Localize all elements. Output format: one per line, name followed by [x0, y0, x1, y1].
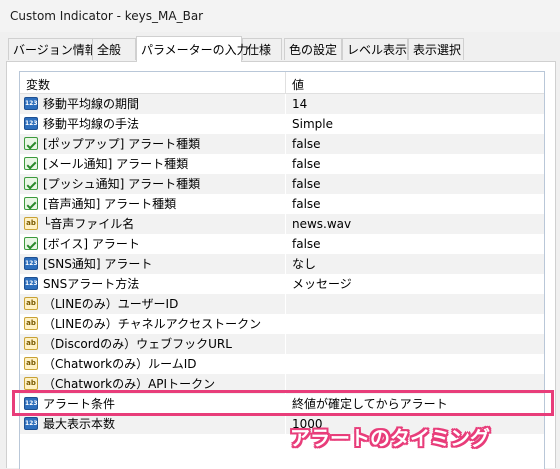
parameter-value-cell[interactable]: Simple — [286, 114, 544, 134]
parameter-name-cell[interactable]: [メール通知] アラート種類 — [20, 154, 285, 174]
parameter-name-cell[interactable]: アラート条件 — [20, 394, 285, 414]
number-icon — [24, 257, 38, 270]
grid-header: 変数 値 — [20, 72, 544, 94]
boolean-icon — [24, 237, 38, 250]
parameter-value-cell[interactable]: false — [286, 174, 544, 194]
number-icon — [24, 117, 38, 130]
parameter-name-label: SNSアラート方法 — [43, 277, 140, 291]
parameter-name-label: （LINEのみ）ユーザーID — [43, 297, 179, 311]
parameter-grid: 変数 値 移動平均線の期間14移動平均線の手法Simple[ポップアップ] アラ… — [19, 71, 545, 469]
title-bar: Custom Indicator - keys_MA_Bar — [0, 0, 560, 32]
parameter-value-cell[interactable]: false — [286, 234, 544, 254]
parameter-row[interactable]: [SNS通知] アラート なし — [20, 254, 544, 274]
parameter-name-cell[interactable]: （Discordのみ）ウェブフックURL — [20, 334, 285, 354]
parameter-name-label: [メール通知] アラート種類 — [43, 157, 189, 171]
parameter-value-cell[interactable] — [286, 334, 544, 354]
tab-parameter-input[interactable]: パラメーターの入力 — [136, 36, 249, 62]
parameter-value-cell[interactable]: 14 — [286, 94, 544, 114]
string-icon — [24, 317, 38, 330]
window-title: Custom Indicator - keys_MA_Bar — [10, 9, 204, 23]
parameter-name-label: [音声通知] アラート種類 — [43, 197, 177, 211]
boolean-icon — [24, 137, 38, 150]
parameter-value-cell[interactable]: 終値が確定してからアラート — [286, 394, 544, 414]
number-icon — [24, 397, 38, 410]
parameter-name-cell[interactable]: SNSアラート方法 — [20, 274, 285, 294]
parameter-name-label: （Chatworkのみ）APIトークン — [43, 377, 216, 391]
parameter-row[interactable]: アラート条件 終値が確定してからアラート — [20, 394, 544, 414]
parameter-name-label: [プッシュ通知] アラート種類 — [43, 177, 201, 191]
parameter-row[interactable]: 移動平均線の期間 14 — [20, 94, 544, 114]
alert-timing-annotation: アラートのタイミング — [290, 426, 490, 450]
boolean-icon — [24, 177, 38, 190]
parameter-name-cell[interactable]: [SNS通知] アラート — [20, 254, 285, 274]
string-icon — [24, 337, 38, 350]
parameter-name-cell[interactable]: [音声通知] アラート種類 — [20, 194, 285, 214]
parameter-name-label: 移動平均線の手法 — [43, 117, 140, 131]
parameter-row[interactable]: （LINEのみ）チャネルアクセストークン — [20, 314, 544, 334]
tab-color-settings[interactable]: 色の設定 — [284, 38, 342, 60]
boolean-icon — [24, 197, 38, 210]
string-icon — [24, 217, 38, 230]
parameter-name-label: [ボイス] アラート — [43, 237, 140, 251]
parameter-name-label: [SNS通知] アラート — [43, 257, 153, 271]
column-header-variable[interactable]: 変数 — [26, 76, 50, 93]
tab-version-info[interactable]: バージョン情報 — [8, 38, 97, 60]
parameter-name-cell[interactable]: [ポップアップ] アラート種類 — [20, 134, 285, 154]
parameter-value-cell[interactable] — [286, 314, 544, 334]
parameter-panel: 変数 値 移動平均線の期間14移動平均線の手法Simple[ポップアップ] アラ… — [6, 61, 556, 469]
parameter-row[interactable]: [プッシュ通知] アラート種類 false — [20, 174, 544, 194]
string-icon — [24, 377, 38, 390]
parameter-row[interactable]: [ポップアップ] アラート種類 false — [20, 134, 544, 154]
parameter-value-cell[interactable] — [286, 354, 544, 374]
parameter-name-cell[interactable]: 移動平均線の期間 — [20, 94, 285, 114]
parameter-name-cell[interactable]: （LINEのみ）チャネルアクセストークン — [20, 314, 285, 334]
parameter-row[interactable]: [音声通知] アラート種類 false — [20, 194, 544, 214]
parameter-name-label: [ポップアップ] アラート種類 — [43, 137, 201, 151]
parameter-name-cell[interactable]: （Chatworkのみ）APIトークン — [20, 374, 285, 394]
number-icon — [24, 277, 38, 290]
parameter-value-cell[interactable] — [286, 374, 544, 394]
parameter-name-label: 最大表示本数 — [43, 417, 116, 431]
parameter-row[interactable]: └音声ファイル名 news.wav — [20, 214, 544, 234]
parameter-value-cell[interactable]: false — [286, 134, 544, 154]
number-icon — [24, 97, 38, 110]
parameter-name-cell[interactable]: [ボイス] アラート — [20, 234, 285, 254]
parameter-row[interactable]: （LINEのみ）ユーザーID — [20, 294, 544, 314]
parameter-row[interactable]: [ボイス] アラート false — [20, 234, 544, 254]
parameter-name-cell[interactable]: 最大表示本数 — [20, 414, 285, 434]
parameter-name-label: （Discordのみ）ウェブフックURL — [43, 337, 232, 351]
parameter-row[interactable]: 移動平均線の手法 Simple — [20, 114, 544, 134]
column-header-value[interactable]: 値 — [292, 76, 304, 93]
parameter-name-label: └音声ファイル名 — [43, 217, 135, 231]
boolean-icon — [24, 157, 38, 170]
parameter-row[interactable]: （Chatworkのみ）APIトークン — [20, 374, 544, 394]
tab-bar: バージョン情報 全般 パラメーターの入力 仕様 色の設定 レベル表示 表示選択 — [6, 36, 556, 62]
parameter-row[interactable]: SNSアラート方法 メッセージ — [20, 274, 544, 294]
string-icon — [24, 297, 38, 310]
parameter-value-cell[interactable]: メッセージ — [286, 274, 544, 294]
parameter-name-label: 移動平均線の期間 — [43, 97, 140, 111]
parameter-name-cell[interactable]: [プッシュ通知] アラート種類 — [20, 174, 285, 194]
parameter-name-label: （LINEのみ）チャネルアクセストークン — [43, 317, 262, 331]
parameter-name-cell[interactable]: （Chatworkのみ）ルームID — [20, 354, 285, 374]
string-icon — [24, 357, 38, 370]
tab-display-selection[interactable]: 表示選択 — [408, 38, 464, 60]
parameter-value-cell[interactable]: なし — [286, 254, 544, 274]
parameter-name-cell[interactable]: （LINEのみ）ユーザーID — [20, 294, 285, 314]
parameter-name-label: アラート条件 — [43, 397, 116, 411]
parameter-row[interactable]: [メール通知] アラート種類 false — [20, 154, 544, 174]
parameter-row[interactable]: （Discordのみ）ウェブフックURL — [20, 334, 544, 354]
parameter-value-cell[interactable]: news.wav — [286, 214, 544, 234]
tab-level-display[interactable]: レベル表示 — [342, 38, 408, 60]
tab-general[interactable]: 全般 — [92, 38, 136, 60]
parameter-value-cell[interactable]: false — [286, 194, 544, 214]
parameter-name-cell[interactable]: └音声ファイル名 — [20, 214, 285, 234]
parameter-value-cell[interactable]: false — [286, 154, 544, 174]
parameter-name-cell[interactable]: 移動平均線の手法 — [20, 114, 285, 134]
parameter-row[interactable]: （Chatworkのみ）ルームID — [20, 354, 544, 374]
number-icon — [24, 417, 38, 430]
parameter-value-cell[interactable] — [286, 294, 544, 314]
parameter-name-label: （Chatworkのみ）ルームID — [43, 357, 197, 371]
column-divider[interactable] — [285, 72, 286, 94]
